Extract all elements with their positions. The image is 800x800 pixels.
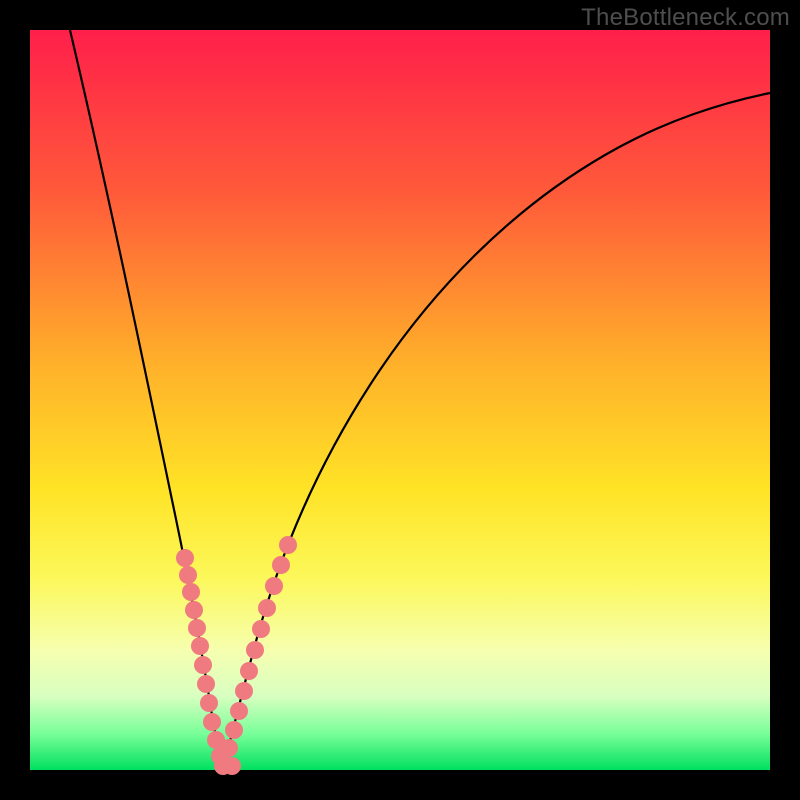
dot bbox=[191, 637, 209, 655]
dot bbox=[197, 675, 215, 693]
dot bbox=[223, 757, 241, 775]
dot bbox=[265, 577, 283, 595]
dot bbox=[179, 566, 197, 584]
dot bbox=[220, 739, 238, 757]
watermark-text: TheBottleneck.com bbox=[581, 4, 790, 32]
dot bbox=[252, 620, 270, 638]
dot bbox=[185, 601, 203, 619]
dot bbox=[176, 549, 194, 567]
dot bbox=[194, 656, 212, 674]
dot bbox=[200, 694, 218, 712]
dot bbox=[240, 662, 258, 680]
outer-frame: TheBottleneck.com bbox=[0, 0, 800, 800]
dot bbox=[272, 556, 290, 574]
dot-cluster bbox=[176, 536, 297, 775]
dot bbox=[203, 713, 221, 731]
plot-area bbox=[30, 30, 770, 770]
curve-right bbox=[223, 93, 770, 770]
curve-layer bbox=[30, 30, 770, 770]
dot bbox=[225, 721, 243, 739]
dot bbox=[246, 641, 264, 659]
dot bbox=[235, 682, 253, 700]
dot bbox=[182, 583, 200, 601]
dot bbox=[279, 536, 297, 554]
dot bbox=[188, 619, 206, 637]
dot bbox=[230, 702, 248, 720]
dot bbox=[258, 599, 276, 617]
